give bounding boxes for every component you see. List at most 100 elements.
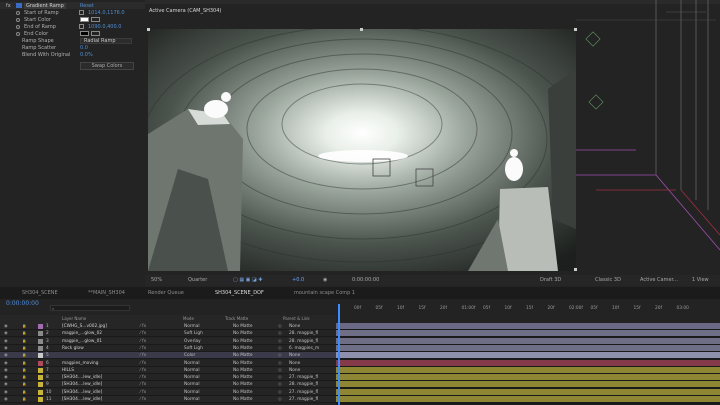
track-matte-dropdown[interactable]: No Matte (233, 360, 253, 367)
layer-name[interactable]: [SH304....lew_idle] (62, 389, 102, 396)
track-matte-dropdown[interactable]: No Matte (233, 381, 253, 388)
layer-row[interactable]: ◉ 🔒 3 magpie_...glow_01 ⁄ fx Overlay No Matte ◎… (0, 337, 336, 345)
visibility-eye-icon[interactable]: ◉ (4, 367, 8, 374)
visibility-eye-icon[interactable]: ◉ (4, 352, 8, 359)
parent-dropdown[interactable]: None (289, 352, 300, 359)
color-swatch[interactable] (80, 17, 89, 22)
zoom-dropdown[interactable]: 50% (151, 277, 162, 283)
layer-row[interactable]: ◉ 🔒 10 [SH304....lew_idle] ⁄ fx Normal No Matt… (0, 388, 336, 396)
layer-switches[interactable]: ⁄ fx (140, 345, 146, 352)
param-value[interactable]: 1014.0,1176.0 (88, 10, 125, 16)
layer-name[interactable]: magpies_moving (62, 360, 99, 367)
layer-duration-bar[interactable] (336, 374, 720, 382)
lock-icon[interactable]: 🔒 (22, 367, 26, 374)
pickwhip-icon[interactable]: ◎ (278, 323, 282, 330)
layer-switches[interactable]: ⁄ fx (140, 360, 146, 367)
layer-row[interactable]: ◉ 🔒 8 [SH304....lew_idle] ⁄ fx Normal No Matte… (0, 374, 336, 382)
label-color-swatch[interactable] (38, 338, 43, 344)
layer-duration-bar[interactable] (336, 337, 720, 345)
pickwhip-icon[interactable]: ◎ (278, 345, 282, 352)
parent-dropdown[interactable]: None (289, 360, 300, 367)
blend-mode-dropdown[interactable]: Color (184, 352, 195, 359)
lock-icon[interactable]: 🔒 (22, 352, 26, 359)
blend-mode-dropdown[interactable]: Normal (184, 374, 200, 381)
track-matte-dropdown[interactable]: No Matte (233, 352, 253, 359)
effect-header-row[interactable]: fx Gradient Ramp Reset (0, 2, 145, 9)
layer-switches[interactable]: ⁄ fx (140, 389, 146, 396)
layer-switches[interactable]: ⁄ fx (140, 352, 146, 359)
color-swatch[interactable] (80, 31, 89, 36)
visibility-eye-icon[interactable]: ◉ (4, 389, 8, 396)
track-matte-dropdown[interactable]: No Matte (233, 389, 253, 396)
parent-dropdown[interactable]: 27. magpie_fl (289, 396, 318, 403)
pickwhip-icon[interactable]: ◎ (278, 360, 282, 367)
layer-row[interactable]: ◉ 🔒 6 magpies_moving ⁄ fx Normal No Matte ◎ None (0, 359, 336, 367)
layer-name[interactable]: magpie_...glow_02 (62, 330, 102, 337)
effect-checkbox[interactable] (16, 3, 22, 8)
pickwhip-icon[interactable]: ◎ (278, 352, 282, 359)
tab-mountain-scape[interactable]: mountain scape Comp 1 (294, 290, 355, 296)
label-color-swatch[interactable] (38, 353, 43, 359)
track-matte-dropdown[interactable]: No Matte (233, 374, 253, 381)
layer-switches[interactable]: ⁄ fx (140, 338, 146, 345)
layer-name[interactable]: Rock glow (62, 345, 84, 352)
toggle-icons[interactable]: ▢ ▦ ▣ ◪ ✚ (233, 277, 262, 283)
tab-sh304-scene-dof[interactable]: SH304_SCENE_DOF (215, 290, 264, 296)
comp-handle[interactable] (574, 268, 577, 271)
visibility-eye-icon[interactable]: ◉ (4, 381, 8, 388)
lock-icon[interactable]: 🔒 (22, 323, 26, 330)
layer-name[interactable]: [CWHG_S...v002.jpg] (62, 323, 107, 330)
layer-row[interactable]: ◉ 🔒 11 [SH304....lew_idle] ⁄ fx Normal No Matt… (0, 396, 336, 403)
views-dropdown[interactable]: 1 View (692, 277, 709, 283)
blend-mode-dropdown[interactable]: Normal (184, 367, 200, 374)
layer-row[interactable]: ◉ 🔒 4 Rock glow ⁄ fx Soft Ligh No Matte ◎ 6. mag… (0, 344, 336, 352)
visibility-eye-icon[interactable]: ◉ (4, 360, 8, 367)
track-matte-dropdown[interactable]: No Matte (233, 396, 253, 403)
pickwhip-icon[interactable]: ◎ (278, 330, 282, 337)
blend-mode-dropdown[interactable]: Soft Ligh (184, 330, 203, 337)
viewer-timecode[interactable]: 0:00:00:00 (352, 277, 379, 283)
effect-name[interactable]: Gradient Ramp (24, 2, 66, 9)
parent-dropdown[interactable]: 27. magpie_fl (289, 374, 318, 381)
pickwhip-icon[interactable]: ◎ (278, 381, 282, 388)
lock-icon[interactable]: 🔒 (22, 330, 26, 337)
parent-dropdown[interactable]: None (289, 367, 300, 374)
tab-sh304-scene[interactable]: SH304_SCENE (22, 290, 58, 296)
layer-duration-bar[interactable] (336, 344, 720, 352)
label-color-swatch[interactable] (38, 324, 43, 329)
layer-row[interactable]: ◉ 🔒 2 magpie_...glow_02 ⁄ fx Soft Ligh No Matt… (0, 330, 336, 338)
layer-row[interactable]: ◉ 🔒 1 [CWHG_S...v002.jpg] ⁄ fx Normal No Matte… (0, 323, 336, 330)
visibility-eye-icon[interactable]: ◉ (4, 330, 8, 337)
layer-switches[interactable]: ⁄ fx (140, 367, 146, 374)
track-matte-dropdown[interactable]: No Matte (233, 338, 253, 345)
param-value[interactable]: 1090.0,400.0 (88, 24, 121, 30)
tab-render-queue[interactable]: Render Queue (148, 290, 184, 296)
stopwatch-icon[interactable] (16, 10, 20, 15)
parent-dropdown[interactable]: 28. magpie_fl (289, 338, 318, 345)
layer-name[interactable]: magpie_...glow_01 (62, 338, 102, 345)
visibility-eye-icon[interactable]: ◉ (4, 323, 8, 330)
reset-button[interactable]: Reset (80, 3, 94, 9)
track-matte-dropdown[interactable]: No Matte (233, 323, 253, 330)
blend-mode-dropdown[interactable]: Normal (184, 323, 200, 330)
pickwhip-icon[interactable]: ◎ (278, 396, 282, 403)
camera-dropdown[interactable]: Active Camer... (640, 277, 678, 283)
label-color-swatch[interactable] (38, 360, 43, 366)
lock-icon[interactable]: 🔒 (22, 345, 26, 352)
pickwhip-icon[interactable]: ◎ (278, 338, 282, 345)
pickwhip-icon[interactable]: ◎ (278, 367, 282, 374)
parent-dropdown[interactable]: 27. magpie_fl (289, 389, 318, 396)
visibility-eye-icon[interactable]: ◉ (4, 374, 8, 381)
label-color-swatch[interactable] (38, 367, 43, 373)
camera-snapshot-icon[interactable]: ◉ (323, 277, 327, 283)
lock-icon[interactable]: 🔒 (22, 360, 26, 367)
draft-3d-toggle[interactable]: Draft 3D (540, 277, 561, 283)
layer-name[interactable]: [SH304....lew_idle] (62, 381, 102, 388)
blend-mode-dropdown[interactable]: Normal (184, 381, 200, 388)
col-track-matte[interactable]: Track Matte (225, 316, 248, 321)
stopwatch-icon[interactable] (16, 24, 20, 29)
label-color-swatch[interactable] (38, 345, 43, 351)
blend-mode-dropdown[interactable]: Normal (184, 396, 200, 403)
layer-name[interactable]: HILLS (62, 367, 74, 374)
exposure-value[interactable]: +0.0 (292, 277, 304, 283)
